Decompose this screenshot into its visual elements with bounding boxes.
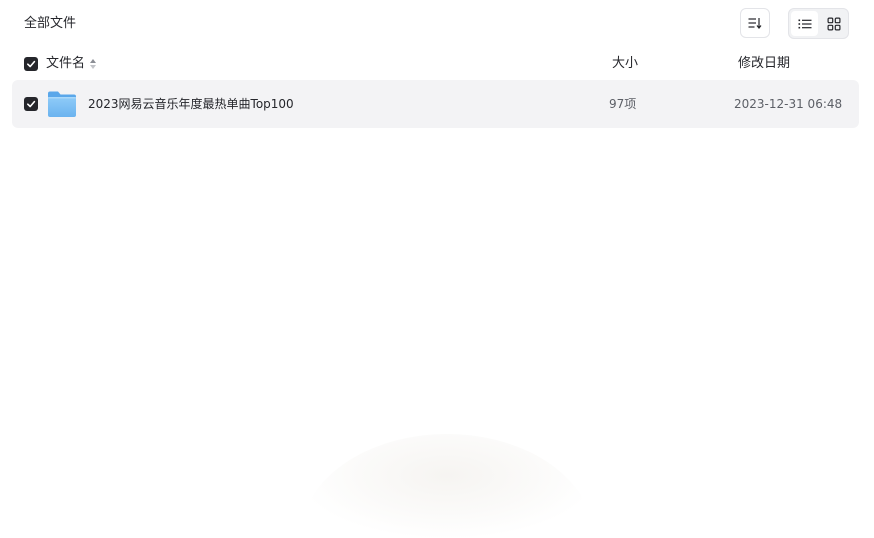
page-title: 全部文件 [24,16,77,31]
view-mode-switch [788,8,849,39]
table-row[interactable]: 2023网易云音乐年度最热单曲Top100 97项 2023-12-31 06:… [12,80,859,128]
column-header-size: 大小 [612,56,639,71]
toolbar: 全部文件 [0,0,874,46]
column-header-name[interactable]: 文件名 [46,54,85,74]
file-modified-date: 2023-12-31 06:48 [734,97,843,111]
file-name[interactable]: 2023网易云音乐年度最热单曲Top100 [88,94,294,114]
folder-icon [48,91,76,117]
sort-updown-icon[interactable] [89,58,97,70]
background-glow [300,434,594,538]
check-icon [26,60,36,68]
column-header-modified: 修改日期 [738,56,791,71]
list-view-button[interactable] [791,11,818,36]
list-icon [798,19,811,28]
sort-lines-arrow-down-icon [748,18,762,29]
sort-button[interactable] [740,8,770,38]
table-header: 文件名 大小 修改日期 [0,52,874,76]
file-size: 97项 [609,97,637,111]
grid-view-button[interactable] [820,11,847,36]
select-all-checkbox[interactable] [24,57,38,71]
grid-icon [827,17,840,30]
row-select-checkbox[interactable] [24,97,38,111]
check-icon [26,100,36,108]
file-manager-page: 全部文件 文件名 大小 修改日期 2023网易云音乐年度最热单曲Top100 9… [0,0,874,538]
